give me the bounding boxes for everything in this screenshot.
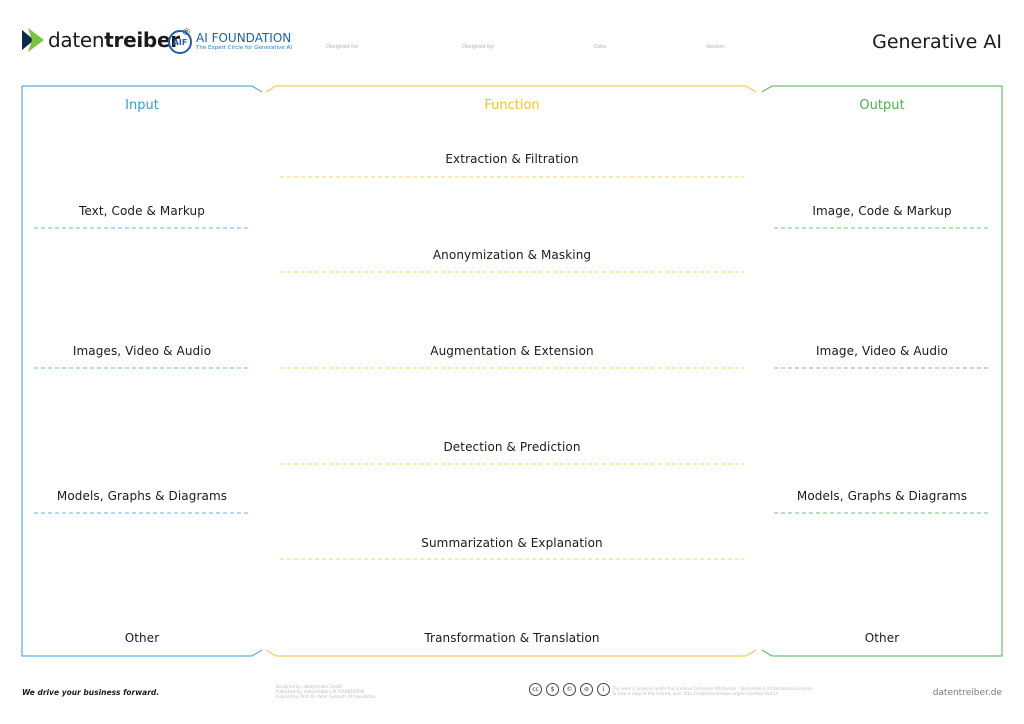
- credits-block: Designed by: datentreiber GmbH Published…: [276, 684, 376, 699]
- function-item-detection-prediction[interactable]: Detection & Prediction: [280, 440, 744, 454]
- function-item-transformation-translation[interactable]: Transformation & Translation: [280, 631, 744, 645]
- tagline: We drive your business forward.: [22, 688, 160, 697]
- output-item-other[interactable]: Other: [774, 631, 990, 645]
- input-item-text-code-markup[interactable]: Text, Code & Markup: [34, 204, 250, 218]
- license-block: This work is licensed under the Creative…: [612, 686, 813, 696]
- output-column-title: Output: [859, 98, 905, 113]
- output-item-image-code-markup[interactable]: Image, Code & Markup: [774, 204, 990, 218]
- function-column-title: Function: [484, 98, 540, 113]
- function-item-summarization-explanation[interactable]: Summarization & Explanation: [280, 536, 744, 550]
- input-item-other[interactable]: Other: [34, 631, 250, 645]
- credit-line: Inspired by: Prof. Dr. Peter Gentsch, AI…: [276, 694, 376, 699]
- input-item-models-graphs-diagrams[interactable]: Models, Graphs & Diagrams: [34, 489, 250, 503]
- attribution-icon: i: [597, 683, 610, 696]
- function-item-extraction-filtration[interactable]: Extraction & Filtration: [280, 152, 744, 166]
- creative-commons-icons: cc $ © ⊜ i: [529, 683, 610, 696]
- sharealike-icon: ⊜: [580, 683, 593, 696]
- output-item-image-video-audio[interactable]: Image, Video & Audio: [774, 344, 990, 358]
- noncommercial-icon: $: [546, 683, 559, 696]
- copyright-icon: ©: [563, 683, 576, 696]
- license-line[interactable]: To view a copy of this license, visit: h…: [612, 691, 813, 696]
- website-link[interactable]: datentreiber.de: [933, 688, 1002, 698]
- output-item-models-graphs-diagrams[interactable]: Models, Graphs & Diagrams: [774, 489, 990, 503]
- output-column-border: [761, 85, 1003, 657]
- input-column-border: [21, 85, 263, 657]
- cc-icon: cc: [529, 683, 542, 696]
- function-item-augmentation-extension[interactable]: Augmentation & Extension: [280, 344, 744, 358]
- input-item-images-video-audio[interactable]: Images, Video & Audio: [34, 344, 250, 358]
- input-column-title: Input: [125, 98, 159, 113]
- function-item-anonymization-masking[interactable]: Anonymization & Masking: [280, 248, 744, 262]
- function-column-border: [265, 85, 757, 657]
